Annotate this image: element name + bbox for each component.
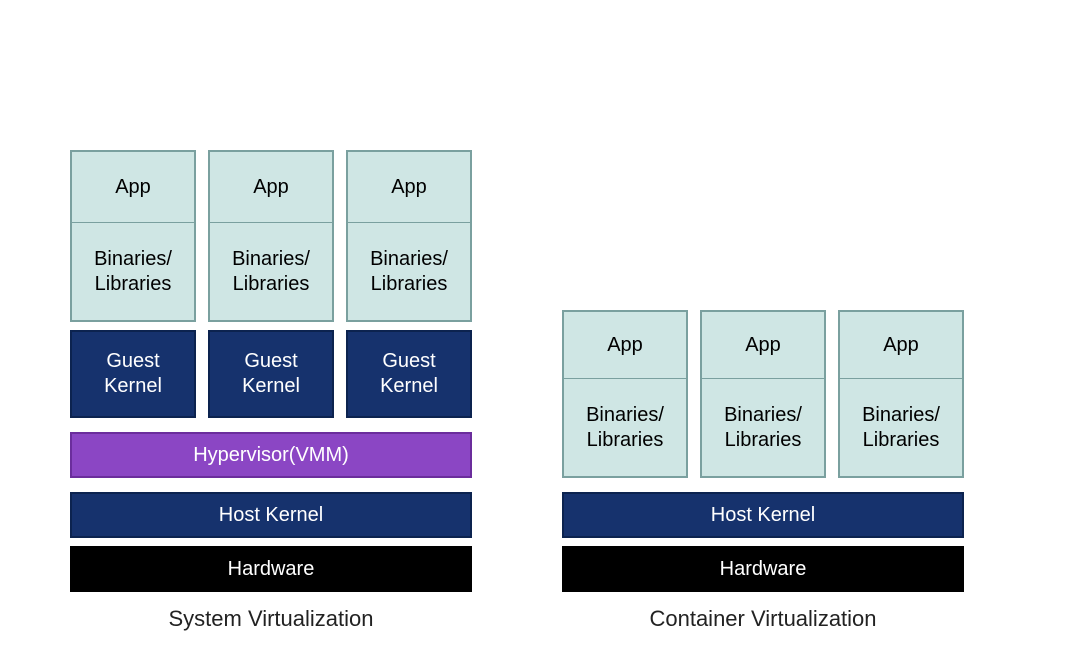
container-row: App Binaries/Libraries App Binaries/Libr… — [562, 310, 964, 478]
vm-app-box: App — [208, 150, 334, 222]
hardware-box: Hardware — [562, 546, 964, 592]
vm-guest-kernel-box: GuestKernel — [346, 330, 472, 418]
vm-bin-box: Binaries/Libraries — [346, 222, 472, 322]
vm-app-box: App — [346, 150, 472, 222]
container-app-box: App — [700, 310, 826, 378]
system-caption: System Virtualization — [168, 606, 373, 632]
vm-col-2: App Binaries/Libraries GuestKernel — [346, 150, 472, 418]
container-bin-box: Binaries/Libraries — [838, 378, 964, 478]
hypervisor-box: Hypervisor(VMM) — [70, 432, 472, 478]
container-col-0: App Binaries/Libraries — [562, 310, 688, 478]
container-caption: Container Virtualization — [649, 606, 876, 632]
vm-col-0: App Binaries/Libraries GuestKernel — [70, 150, 196, 418]
vm-col-1: App Binaries/Libraries GuestKernel — [208, 150, 334, 418]
container-app-box: App — [838, 310, 964, 378]
system-virtualization-stack: App Binaries/Libraries GuestKernel App B… — [70, 150, 472, 632]
vm-guest-kernel-box: GuestKernel — [208, 330, 334, 418]
container-app-box: App — [562, 310, 688, 378]
container-col-1: App Binaries/Libraries — [700, 310, 826, 478]
container-col-2: App Binaries/Libraries — [838, 310, 964, 478]
container-bin-box: Binaries/Libraries — [700, 378, 826, 478]
vm-bin-box: Binaries/Libraries — [70, 222, 196, 322]
vm-guest-kernel-box: GuestKernel — [70, 330, 196, 418]
container-bin-box: Binaries/Libraries — [562, 378, 688, 478]
container-virtualization-stack: App Binaries/Libraries App Binaries/Libr… — [562, 310, 964, 632]
hardware-box: Hardware — [70, 546, 472, 592]
vm-bin-box: Binaries/Libraries — [208, 222, 334, 322]
host-kernel-box: Host Kernel — [70, 492, 472, 538]
vm-app-box: App — [70, 150, 196, 222]
vm-row: App Binaries/Libraries GuestKernel App B… — [70, 150, 472, 418]
host-kernel-box: Host Kernel — [562, 492, 964, 538]
